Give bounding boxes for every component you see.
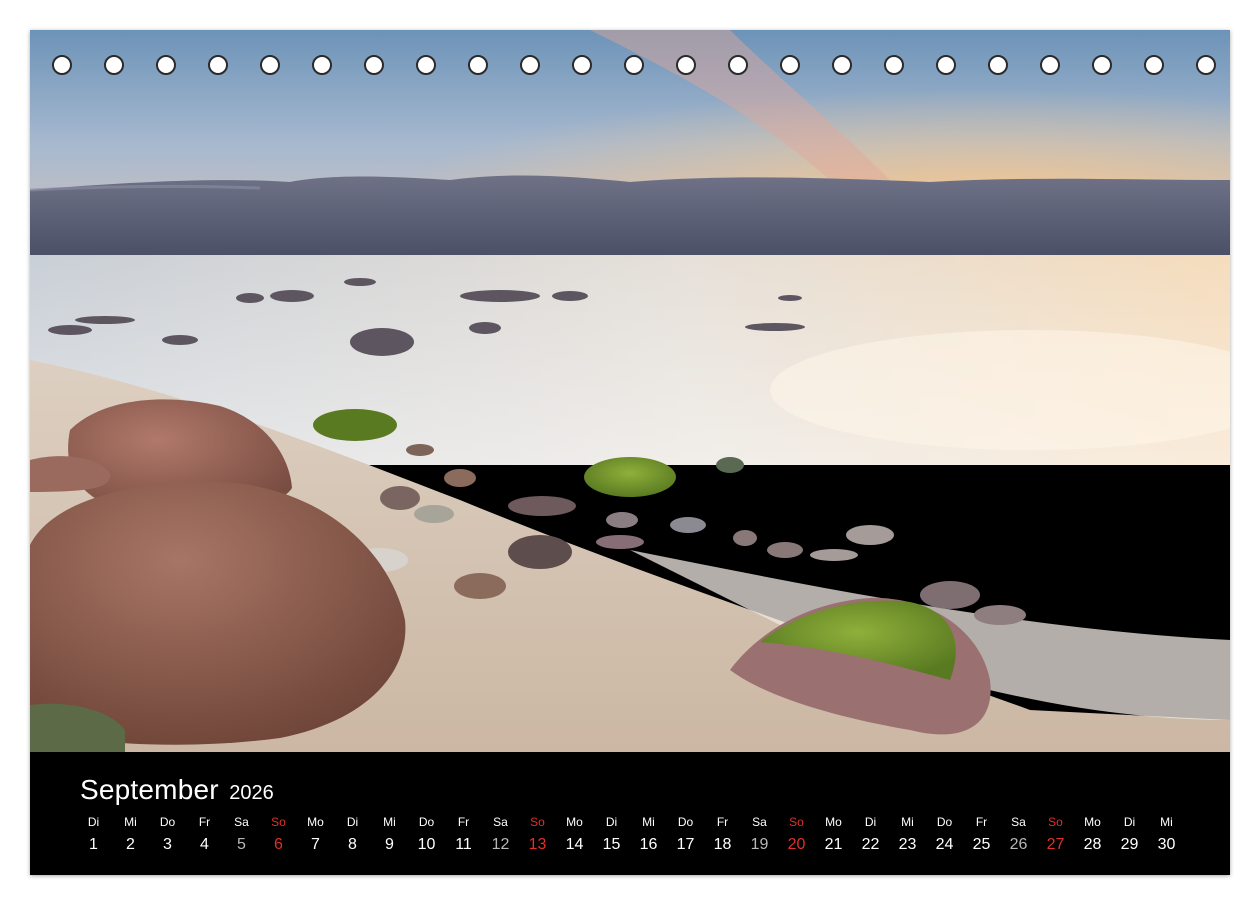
weekday-label: Mi	[1160, 815, 1173, 829]
binding-hole	[520, 55, 540, 75]
weekday-label: Fr	[716, 815, 729, 829]
date-number: 12	[491, 836, 510, 853]
weekday-label: So	[789, 815, 804, 829]
calendar-strip: September 2026 Di Mi Do Fr Sa So Mo Di Mi Do Fr Sa S…	[30, 752, 1230, 875]
calendar-title: September 2026	[80, 774, 274, 806]
date-number: 3	[163, 836, 172, 853]
date-number: 2	[126, 836, 135, 853]
weekday-label: Mi	[901, 815, 914, 829]
binding-hole	[156, 55, 176, 75]
date-number: 21	[824, 836, 843, 853]
binding-hole	[676, 55, 696, 75]
date-number: 1	[89, 836, 98, 853]
date-number: 15	[602, 836, 621, 853]
weekday-label: Di	[864, 815, 877, 829]
date-number: 29	[1120, 836, 1139, 853]
date-number: 25	[972, 836, 991, 853]
weekday-label: Mi	[124, 815, 137, 829]
binding-hole	[728, 55, 748, 75]
weekday-label: Do	[159, 815, 176, 829]
date-number: 22	[861, 836, 880, 853]
weekday-label: Sa	[234, 815, 249, 829]
weekday-label: Do	[677, 815, 694, 829]
weekday-label: Do	[418, 815, 435, 829]
month-label: September	[80, 774, 219, 805]
weekday-label: Di	[605, 815, 618, 829]
weekday-label: Mo	[307, 815, 324, 829]
calendar-page: September 2026 Di Mi Do Fr Sa So Mo Di Mi Do Fr Sa S…	[30, 30, 1230, 875]
date-number: 16	[639, 836, 658, 853]
binding-hole	[208, 55, 228, 75]
binding-hole	[780, 55, 800, 75]
binding-hole	[468, 55, 488, 75]
weekday-label: Sa	[752, 815, 767, 829]
weekday-label: So	[530, 815, 545, 829]
weekday-label: Mo	[825, 815, 842, 829]
weekday-label: Di	[87, 815, 100, 829]
date-number: 10	[417, 836, 436, 853]
weekday-label: Mo	[566, 815, 583, 829]
date-number: 30	[1157, 836, 1176, 853]
binding-hole	[260, 55, 280, 75]
binding-hole	[1040, 55, 1060, 75]
binding-hole	[572, 55, 592, 75]
date-number: 9	[385, 836, 394, 853]
binding-hole	[364, 55, 384, 75]
weekday-label: So	[1048, 815, 1063, 829]
binding-hole	[104, 55, 124, 75]
weekday-label: Fr	[457, 815, 470, 829]
weekday-label: Mi	[642, 815, 655, 829]
binding-hole	[988, 55, 1008, 75]
date-number: 11	[455, 836, 472, 853]
binding-hole	[1144, 55, 1164, 75]
date-number: 20	[787, 836, 806, 853]
date-number: 6	[274, 836, 283, 853]
binding-hole	[624, 55, 644, 75]
binding-hole	[1196, 55, 1216, 75]
date-number: 18	[713, 836, 732, 853]
date-number: 26	[1009, 836, 1028, 853]
year-label: 2026	[229, 782, 274, 804]
weekday-label: So	[271, 815, 286, 829]
date-number: 28	[1083, 836, 1102, 853]
weekday-label: Di	[346, 815, 359, 829]
weekday-label: Mi	[383, 815, 396, 829]
date-number: 7	[311, 836, 320, 853]
date-number: 24	[935, 836, 954, 853]
weekday-label: Fr	[975, 815, 988, 829]
weekday-label: Mo	[1084, 815, 1101, 829]
date-number: 19	[750, 836, 769, 853]
date-number: 13	[528, 836, 547, 853]
weekday-label: Sa	[1011, 815, 1026, 829]
binding-hole	[832, 55, 852, 75]
seascape-photo	[30, 30, 1230, 752]
binding-hole	[884, 55, 904, 75]
weekday-label: Do	[936, 815, 953, 829]
weekday-label: Di	[1123, 815, 1136, 829]
weekday-label: Fr	[198, 815, 211, 829]
weekday-row: Di Mi Do Fr Sa So Mo Di Mi Do Fr Sa So Mo Di Mi Do Fr Sa So…	[75, 815, 1195, 835]
binding-hole	[1092, 55, 1112, 75]
date-number: 17	[676, 836, 695, 853]
date-number: 14	[565, 836, 584, 853]
date-number: 23	[898, 836, 917, 853]
date-number: 4	[200, 836, 209, 853]
binding-hole	[936, 55, 956, 75]
binding-hole	[312, 55, 332, 75]
date-number: 27	[1046, 836, 1065, 853]
weekday-label: Sa	[493, 815, 508, 829]
binding-holes	[30, 30, 1230, 100]
binding-hole	[416, 55, 436, 75]
date-row: 1 2 3 4 5 6 7 8 9 10 11 12 13 14 15 16 17 18 19 20 21 22 23 24 2…	[75, 836, 1195, 860]
binding-hole	[52, 55, 72, 75]
date-number: 5	[237, 836, 246, 853]
date-number: 8	[348, 836, 357, 853]
